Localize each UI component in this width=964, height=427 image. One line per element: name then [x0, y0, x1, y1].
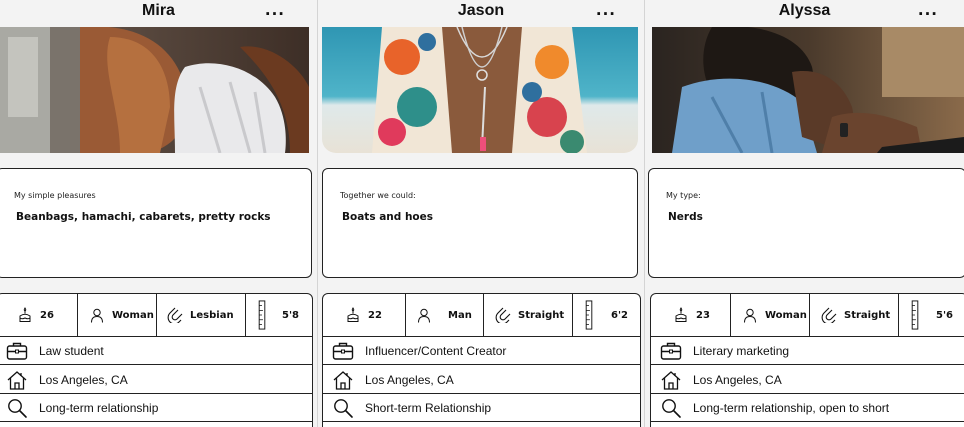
ruler-icon: [585, 300, 593, 330]
height-cell: 5'6: [898, 294, 964, 336]
job-text: Literary marketing: [693, 343, 790, 358]
ruler-icon: [911, 300, 919, 330]
magnet-icon: [495, 307, 511, 323]
profile-photo[interactable]: [652, 27, 964, 153]
profile-photo[interactable]: [322, 27, 638, 153]
location-row: Los Angeles, CA: [0, 366, 312, 394]
profile-details-card: 23 Woman Straight 5'6 Literary marketing…: [650, 293, 964, 427]
profile-details-card: 26 Woman Lesbian 5'8 Law student Los Ang…: [0, 293, 313, 427]
person-icon: [416, 307, 432, 324]
location-row: Los Angeles, CA: [323, 366, 640, 394]
profile-panel-jason: Jason ... Together we could: Boats and h…: [318, 0, 644, 427]
location-text: Los Angeles, CA: [365, 372, 454, 387]
more-options-button[interactable]: ...: [265, 1, 285, 19]
looking-for-row: Short-term Relationship: [323, 394, 640, 422]
location-text: Los Angeles, CA: [693, 372, 782, 387]
attribute-row: 23 Woman Straight 5'6: [651, 294, 964, 337]
orientation-value: Lesbian: [190, 309, 234, 321]
briefcase-icon: [6, 340, 28, 362]
ruler-icon: [258, 300, 266, 330]
gender-cell: Woman: [77, 294, 156, 336]
orientation-cell: Lesbian: [156, 294, 245, 336]
age-cell: 23: [651, 294, 730, 336]
looking-for-text: Long-term relationship: [39, 400, 159, 415]
gender-value: Man: [448, 309, 472, 321]
cake-icon: [17, 307, 33, 323]
gender-value: Woman: [112, 309, 154, 321]
prompt-question: My simple pleasures: [14, 191, 96, 200]
looking-for-text: Long-term relationship, open to short: [693, 400, 890, 415]
location-text: Los Angeles, CA: [39, 372, 128, 387]
job-row: Literary marketing: [651, 337, 964, 365]
cake-icon: [345, 307, 361, 323]
orientation-cell: Straight: [483, 294, 572, 336]
magnet-icon: [821, 307, 837, 323]
prompt-answer: Boats and hoes: [342, 211, 434, 223]
orientation-value: Straight: [844, 309, 891, 321]
looking-for-text: Short-term Relationship: [365, 400, 492, 415]
prompt-card[interactable]: My type: Nerds: [648, 168, 964, 278]
attribute-row: 26 Woman Lesbian 5'8: [0, 294, 312, 337]
search-icon: [6, 397, 28, 419]
profile-details-card: 22 Man Straight 6'2 Influencer/Content C…: [322, 293, 641, 427]
age-cell: 26: [0, 294, 77, 336]
gender-cell: Man: [405, 294, 483, 336]
looking-for-row: Long-term relationship, open to short: [651, 394, 964, 422]
prompt-card[interactable]: Together we could: Boats and hoes: [322, 168, 638, 278]
briefcase-icon: [660, 340, 682, 362]
home-icon: [6, 369, 28, 391]
orientation-cell: Straight: [809, 294, 898, 336]
gender-value: Woman: [765, 309, 807, 321]
search-icon: [660, 397, 682, 419]
job-text: Influencer/Content Creator: [365, 343, 507, 358]
orientation-value: Straight: [518, 309, 565, 321]
attribute-row: 22 Man Straight 6'2: [323, 294, 640, 337]
home-icon: [660, 369, 682, 391]
person-icon: [742, 307, 758, 324]
job-row: Law student: [0, 337, 312, 365]
height-value: 6'2: [611, 309, 628, 321]
age-value: 23: [696, 309, 710, 321]
prompt-answer: Nerds: [668, 211, 703, 223]
height-cell: 6'2: [572, 294, 640, 336]
profile-panel-mira: Mira ... My simple pleasures Beanbags, h…: [0, 0, 317, 427]
cake-icon: [673, 307, 689, 323]
age-value: 22: [368, 309, 382, 321]
prompt-answer: Beanbags, hamachi, cabarets, pretty rock…: [16, 211, 271, 223]
job-text: Law student: [39, 343, 104, 358]
magnet-icon: [167, 307, 183, 323]
prompt-question: My type:: [666, 191, 701, 200]
more-options-button[interactable]: ...: [596, 1, 616, 19]
height-value: 5'8: [282, 309, 299, 321]
age-value: 26: [40, 309, 54, 321]
height-value: 5'6: [936, 309, 953, 321]
job-row: Influencer/Content Creator: [323, 337, 640, 365]
height-cell: 5'8: [245, 294, 312, 336]
age-cell: 22: [323, 294, 405, 336]
prompt-question: Together we could:: [340, 191, 416, 200]
profile-name: Alyssa: [778, 2, 831, 19]
home-icon: [332, 369, 354, 391]
looking-for-row: Long-term relationship: [0, 394, 312, 422]
gender-cell: Woman: [730, 294, 809, 336]
prompt-card[interactable]: My simple pleasures Beanbags, hamachi, c…: [0, 168, 312, 278]
briefcase-icon: [332, 340, 354, 362]
profile-photo[interactable]: [0, 27, 309, 153]
person-icon: [89, 307, 105, 324]
profile-panel-alyssa: Alyssa ... My type: Nerds 23 Woman Strai…: [645, 0, 964, 427]
location-row: Los Angeles, CA: [651, 366, 964, 394]
more-options-button[interactable]: ...: [918, 1, 938, 19]
search-icon: [332, 397, 354, 419]
